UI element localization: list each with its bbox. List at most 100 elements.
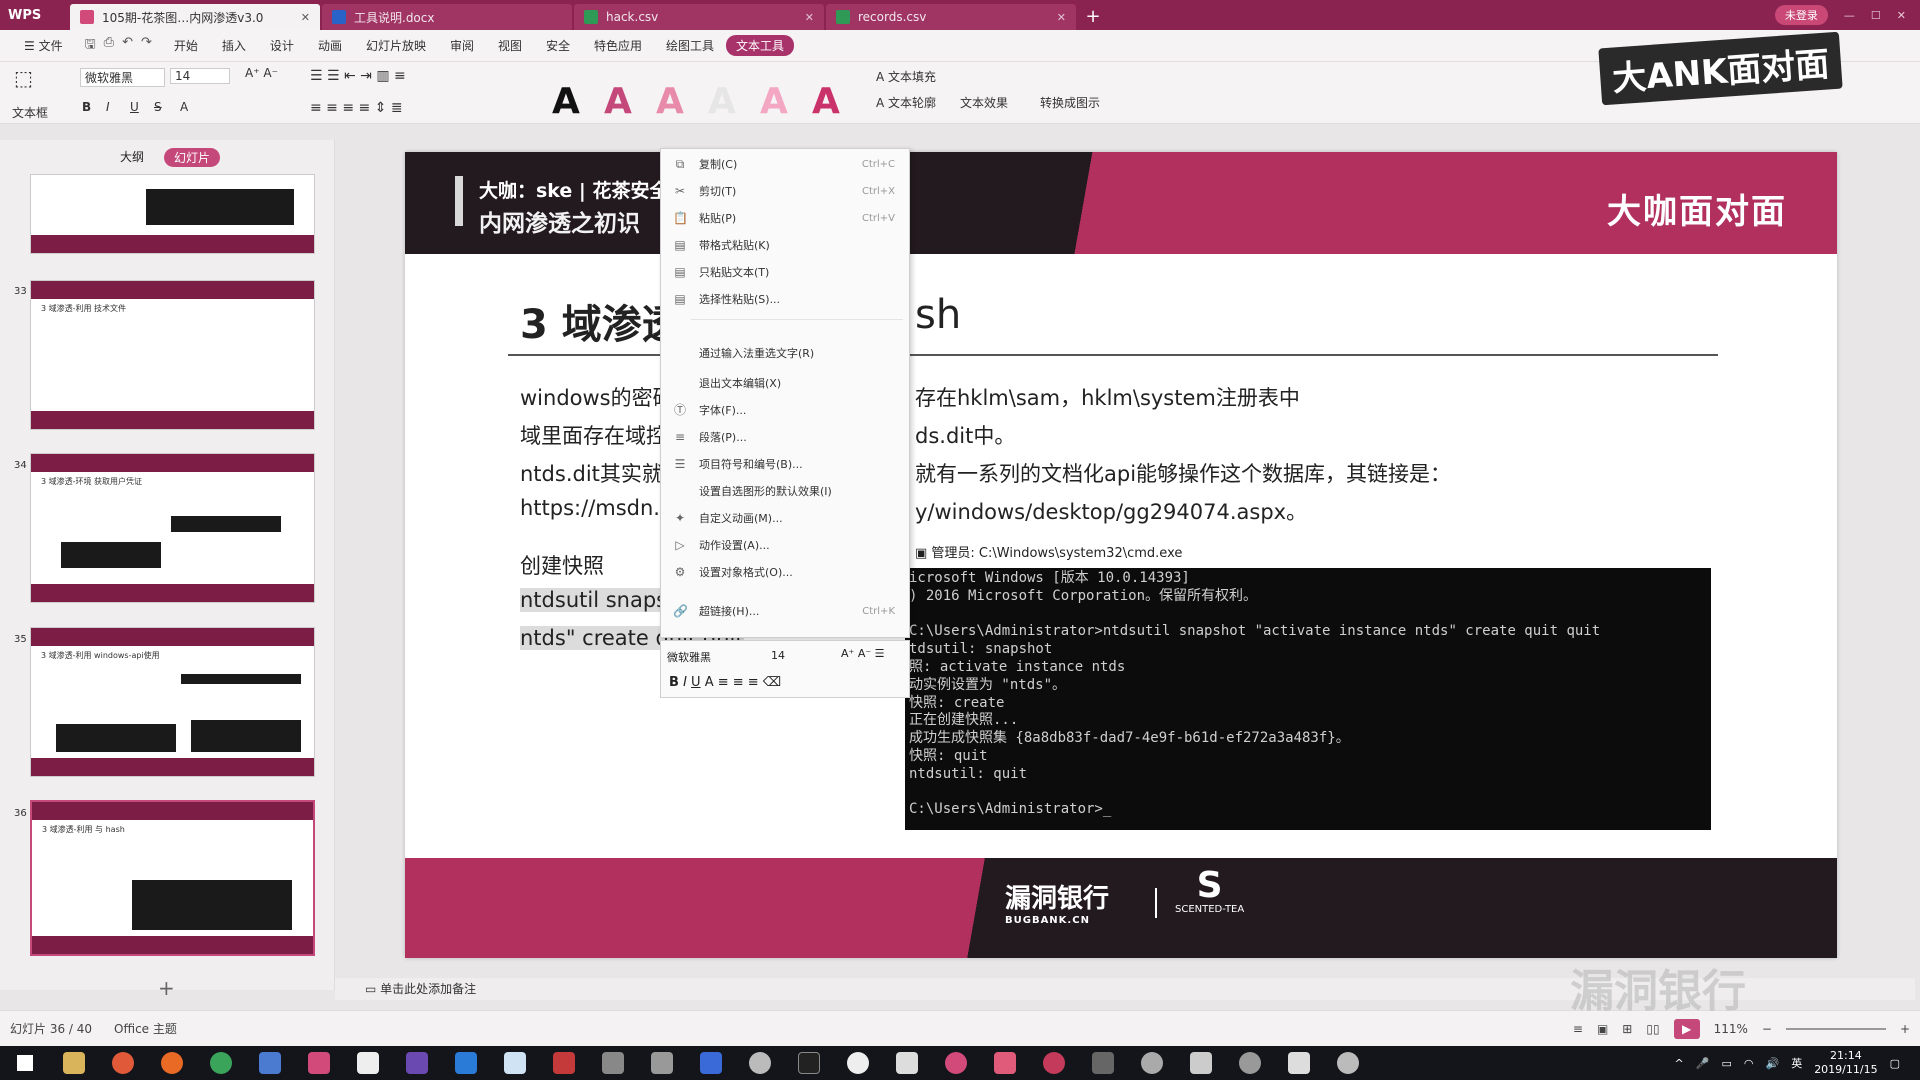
taskbar-notepad[interactable] <box>490 1046 539 1080</box>
slide-title[interactable]: 3 域渗透 <box>520 292 682 350</box>
slide-thumb-35[interactable]: 3 域渗透-利用 windows-api使用 <box>30 627 315 777</box>
menu-insert[interactable]: 插入 <box>210 37 258 54</box>
taskbar-vscode[interactable] <box>441 1046 490 1080</box>
taskbar-search[interactable] <box>1127 1046 1176 1080</box>
font-color-button[interactable]: A <box>180 100 188 114</box>
battery-icon[interactable]: ▭ <box>1721 1057 1731 1070</box>
taskbar-app-8[interactable] <box>980 1046 1029 1080</box>
ctx-custom-animation[interactable]: ✦ 自定义动画(M)... <box>661 507 909 529</box>
ctx-action-settings[interactable]: ▷ 动作设置(A)... <box>661 534 909 556</box>
mini-size-select[interactable]: 14 <box>771 649 785 662</box>
taskbar-app-12[interactable] <box>1225 1046 1274 1080</box>
italic-button[interactable]: I <box>106 100 110 114</box>
wps-logo[interactable]: WPS <box>0 0 70 30</box>
ctx-font[interactable]: Ⓣ 字体(F)... <box>661 399 909 421</box>
font-size-select[interactable]: 14 <box>170 68 230 84</box>
menu-view[interactable]: 视图 <box>486 37 534 54</box>
taskbar-firefox[interactable] <box>147 1046 196 1080</box>
textbox-icon[interactable]: ⬚ <box>14 66 33 90</box>
text-style-3-icon[interactable]: A <box>656 84 684 120</box>
taskbar-wps-writer[interactable] <box>245 1046 294 1080</box>
text-fill-button[interactable]: A 文本填充 <box>876 68 936 85</box>
print-icon[interactable]: ⎙ <box>104 35 114 57</box>
mic-icon[interactable]: 🎤 <box>1696 1057 1710 1070</box>
ctx-object-format[interactable]: ⚙ 设置对象格式(O)... <box>661 561 909 583</box>
bullet-line-1[interactable]: windows的密码 <box>520 382 674 412</box>
menu-security[interactable]: 安全 <box>534 37 582 54</box>
tab-slides[interactable]: 幻灯片 <box>164 148 221 167</box>
slide-thumb-36-selected[interactable]: 3 域渗透-利用 与 hash <box>30 800 315 956</box>
taskbar-app-11[interactable] <box>1176 1046 1225 1080</box>
bullet-line-2-end[interactable]: ds.dit中。 <box>915 420 1015 450</box>
ctx-paste-format[interactable]: ▤ 带格式粘贴(K) <box>661 234 909 256</box>
taskbar-app-10[interactable] <box>1078 1046 1127 1080</box>
doc-tab-pptx[interactable]: 105期-花茶图…内网渗透v3.0 ✕ <box>70 4 320 30</box>
new-tab-button[interactable]: + <box>1078 4 1108 30</box>
taskbar-browser-1[interactable] <box>98 1046 147 1080</box>
mini-format-icons[interactable]: B I U A ≡ ≡ ≡ ⌫ <box>669 675 781 690</box>
bullet-line-4[interactable]: https://msdn.m <box>520 496 680 520</box>
tray-chevron-icon[interactable]: ^ <box>1675 1057 1684 1070</box>
ctx-paragraph[interactable]: ≡ 段落(P)... <box>661 426 909 448</box>
ctx-paste-text[interactable]: ▤ 只粘贴文本(T) <box>661 261 909 283</box>
ctx-ime-reselect[interactable]: 通过输入法重选文字(R) <box>661 342 909 364</box>
minimize-icon[interactable]: — <box>1844 9 1855 22</box>
textbox-button[interactable]: 文本框 <box>12 104 48 121</box>
bullet-line-3-end[interactable]: 就有一系列的文档化api能够操作这个数据库，其链接是： <box>915 458 1451 488</box>
menu-drawing-tools[interactable]: 绘图工具 <box>654 37 726 54</box>
text-style-1-icon[interactable]: A <box>552 84 580 120</box>
menu-start[interactable]: 开始 <box>162 37 210 54</box>
slide-thumb-32[interactable] <box>30 174 315 254</box>
slide-thumb-33[interactable]: 3 域渗透-利用 技术文件 <box>30 280 315 430</box>
menu-animation[interactable]: 动画 <box>306 37 354 54</box>
network-icon[interactable]: ◠ <box>1744 1057 1754 1070</box>
sorter-view-icon[interactable]: ⊞ <box>1622 1022 1632 1036</box>
reading-view-icon[interactable]: ▯▯ <box>1646 1022 1659 1036</box>
mini-font-grow-icon[interactable]: A⁺ A⁻ ☰ <box>841 647 885 660</box>
close-tab-icon[interactable]: ✕ <box>805 11 814 24</box>
menu-features[interactable]: 特色应用 <box>582 37 654 54</box>
ime-indicator[interactable]: 英 <box>1791 1055 1802 1071</box>
login-button[interactable]: 未登录 <box>1774 5 1828 25</box>
taskbar-app-1[interactable] <box>539 1046 588 1080</box>
menu-file[interactable]: ☰ 文件 <box>12 37 75 54</box>
ctx-copy[interactable]: ⧉ 复制(C) Ctrl+C <box>661 153 909 175</box>
add-slide-button[interactable]: + <box>158 976 175 1000</box>
taskbar-app-2[interactable] <box>588 1046 637 1080</box>
ctx-paste-special[interactable]: ▤ 选择性粘贴(S)... <box>661 288 909 310</box>
taskbar-cmd[interactable] <box>784 1046 833 1080</box>
undo-icon[interactable]: ↶ <box>122 35 133 57</box>
strikethrough-button[interactable]: S <box>154 100 162 114</box>
close-tab-icon[interactable]: ✕ <box>301 11 310 24</box>
save-icon[interactable]: 🖫 <box>85 35 96 57</box>
bullet-line-2[interactable]: 域里面存在域控 <box>520 420 667 450</box>
ctx-cut[interactable]: ✂ 剪切(T) Ctrl+X <box>661 180 909 202</box>
ctx-hyperlink[interactable]: 🔗 超链接(H)... Ctrl+K <box>661 600 909 622</box>
text-style-2-icon[interactable]: A <box>604 84 632 120</box>
taskbar-app-9[interactable] <box>1029 1046 1078 1080</box>
zoom-out-icon[interactable]: − <box>1762 1022 1772 1036</box>
taskbar-wps-ppt[interactable] <box>294 1046 343 1080</box>
doc-tab-records-csv[interactable]: records.csv ✕ <box>826 4 1076 30</box>
close-tab-icon[interactable]: ✕ <box>1057 11 1066 24</box>
bold-button[interactable]: B <box>82 100 91 114</box>
taskbar-app-3[interactable] <box>637 1046 686 1080</box>
taskbar-app-5[interactable] <box>735 1046 784 1080</box>
bullet-line-4-end[interactable]: y/windows/desktop/gg294074.aspx。 <box>915 496 1307 526</box>
convert-diagram-button[interactable]: 转换成图示 <box>1040 94 1100 111</box>
start-button[interactable] <box>0 1046 49 1080</box>
clock[interactable]: 21:14 2019/11/15 <box>1814 1049 1877 1077</box>
list-icons[interactable]: ☰ ☰ ⇤ ⇥ ▥ ≡ <box>310 68 406 84</box>
snapshot-label[interactable]: 创建快照 <box>520 550 604 580</box>
menu-slideshow[interactable]: 幻灯片放映 <box>354 37 438 54</box>
taskbar-qq[interactable] <box>833 1046 882 1080</box>
underline-button[interactable]: U <box>130 100 139 114</box>
slide-thumb-34[interactable]: 3 域渗透-环境 获取用户凭证 <box>30 453 315 603</box>
mini-font-select[interactable]: 微软雅黑 <box>667 649 711 665</box>
zoom-level[interactable]: 111% <box>1714 1022 1748 1036</box>
taskbar-mp[interactable] <box>392 1046 441 1080</box>
menu-review[interactable]: 审阅 <box>438 37 486 54</box>
maximize-icon[interactable]: ☐ <box>1871 9 1881 22</box>
ctx-bullets[interactable]: ☰ 项目符号和编号(B)... <box>661 453 909 475</box>
taskbar-explorer[interactable] <box>49 1046 98 1080</box>
